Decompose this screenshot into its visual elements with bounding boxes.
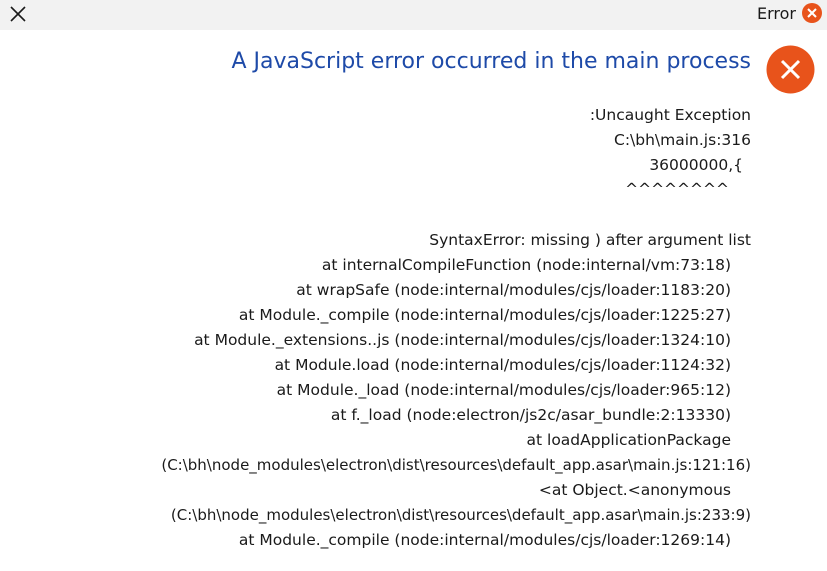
message-line: (C:\bh\node_modules\electron\dist\resour… [161, 456, 751, 474]
message-line: at f._load (node:electron/js2c/asar_bund… [330, 406, 731, 424]
message-line: at Module._extensions..js (node:internal… [194, 331, 731, 349]
message-line: at Module._compile (node:internal/module… [238, 531, 731, 549]
message-line: at Module._compile (node:internal/module… [238, 306, 731, 324]
message-line: :Uncaught Exception [589, 106, 751, 124]
close-button[interactable] [6, 3, 30, 25]
error-heading: A JavaScript error occurred in the main … [231, 49, 751, 74]
message-line: 36000000,{ [649, 156, 743, 174]
message-line: at internalCompileFunction (node:interna… [321, 256, 731, 274]
message-line: ^^^^^^^^ [625, 180, 729, 198]
error-dialog-window: Error A JavaScript error occurred in the… [0, 0, 827, 571]
close-x-icon [10, 6, 26, 22]
error-circle-x-icon [766, 45, 815, 94]
message-line: at Module._load (node:internal/modules/c… [276, 381, 731, 399]
message-line: C:\bh\main.js:316 [614, 131, 751, 149]
message-line: SyntaxError: missing ) after argument li… [429, 231, 751, 249]
message-line: at loadApplicationPackage [526, 431, 731, 449]
message-line: (C:\bh\node_modules\electron\dist\resour… [170, 506, 751, 524]
title-bar: Error [0, 0, 827, 30]
message-line: at Module.load (node:internal/modules/cj… [274, 356, 731, 374]
message-line: <at Object.<anonymous [538, 481, 731, 499]
title-error-icon [801, 2, 823, 24]
window-title: Error [757, 4, 796, 23]
message-line: at wrapSafe (node:internal/modules/cjs/l… [296, 281, 731, 299]
